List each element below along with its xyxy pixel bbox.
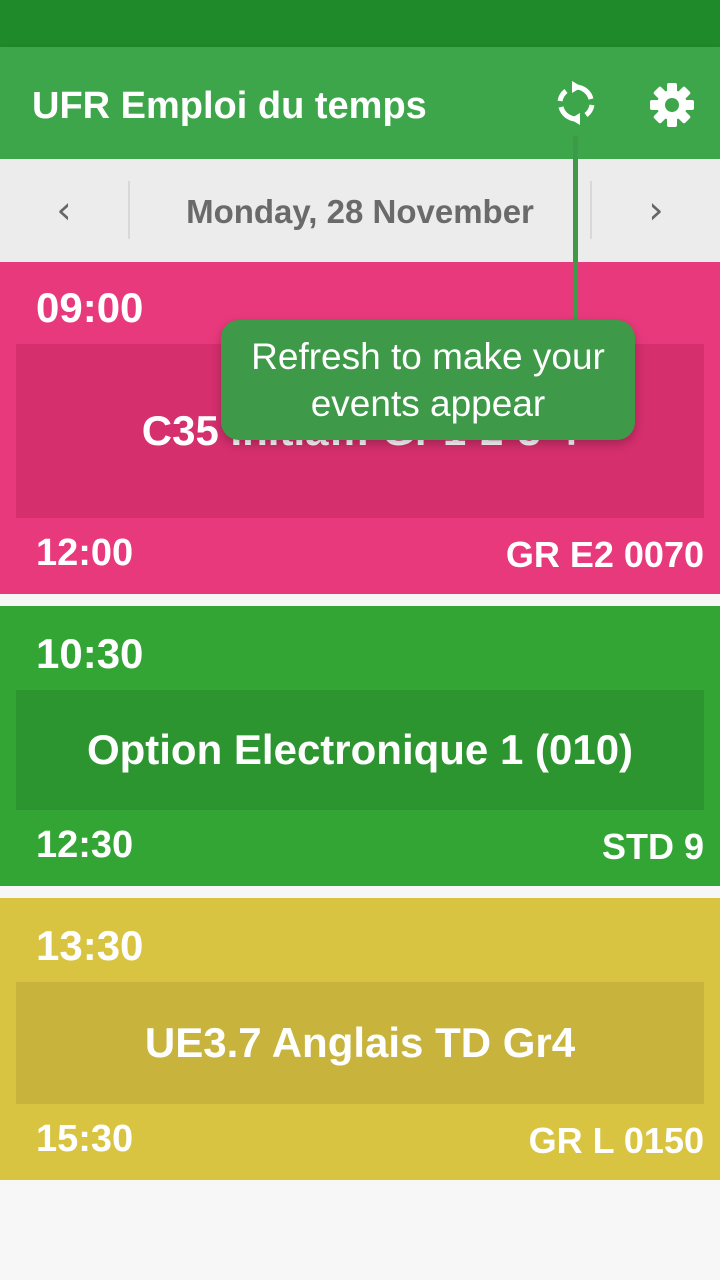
event-end-time: 12:00 bbox=[36, 532, 134, 574]
app-title: UFR Emploi du temps bbox=[32, 85, 427, 127]
event-title: UE3.7 Anglais TD Gr4 bbox=[16, 982, 704, 1104]
date-navigation: ‹ Monday, 28 November › bbox=[0, 159, 720, 262]
gear-icon bbox=[650, 83, 694, 127]
app-bar: UFR Emploi du temps bbox=[0, 47, 720, 159]
event-card[interactable]: 13:30 UE3.7 Anglais TD Gr4 15:30 GR L 01… bbox=[0, 898, 720, 1180]
divider bbox=[590, 181, 592, 239]
event-title: Option Electronique 1 (010) bbox=[16, 690, 704, 810]
event-card[interactable]: 10:30 Option Electronique 1 (010) 12:30 … bbox=[0, 606, 720, 886]
refresh-tooltip[interactable]: Refresh to make your events appear bbox=[221, 320, 635, 440]
status-bar bbox=[0, 0, 720, 47]
current-date: Monday, 28 November bbox=[186, 193, 534, 230]
event-room: GR L 0150 bbox=[528, 1120, 704, 1161]
refresh-button[interactable] bbox=[552, 79, 600, 127]
previous-day-button[interactable]: ‹ bbox=[28, 159, 100, 262]
tooltip-text: Refresh to make your events appear bbox=[251, 336, 605, 424]
settings-button[interactable] bbox=[646, 79, 698, 131]
event-start-time: 09:00 bbox=[36, 284, 144, 331]
event-start-time: 13:30 bbox=[36, 922, 144, 969]
event-start-time: 10:30 bbox=[36, 630, 144, 677]
refresh-icon bbox=[557, 81, 595, 125]
tooltip-pointer bbox=[573, 136, 578, 322]
next-day-button[interactable]: › bbox=[620, 159, 692, 262]
event-room: GR E2 0070 bbox=[505, 534, 704, 575]
event-room: STD 9 bbox=[601, 826, 704, 867]
event-end-time: 12:30 bbox=[36, 824, 134, 866]
event-end-time: 15:30 bbox=[36, 1118, 134, 1160]
